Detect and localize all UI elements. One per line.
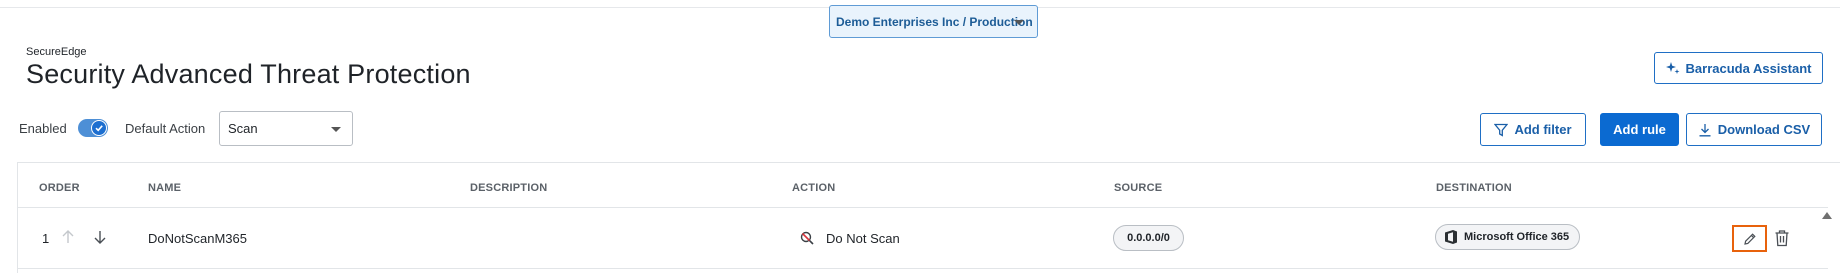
assistant-label: Barracuda Assistant (1685, 60, 1812, 76)
add-filter-label: Add filter (1514, 122, 1572, 137)
row-divider (17, 268, 1828, 269)
enabled-label: Enabled (19, 121, 67, 136)
column-header-order[interactable]: ORDER (39, 182, 80, 194)
scroll-up-icon[interactable] (1822, 212, 1832, 219)
add-rule-label: Add rule (1613, 122, 1666, 137)
page-title: Security Advanced Threat Protection (26, 59, 471, 89)
destination-chip: Microsoft Office 365 (1435, 224, 1580, 250)
row-action: Do Not Scan (826, 231, 900, 246)
arrow-up-icon[interactable] (61, 229, 75, 245)
check-icon (95, 125, 103, 132)
edit-button[interactable] (1732, 225, 1767, 252)
column-header-name[interactable]: NAME (148, 182, 181, 194)
arrow-down-icon[interactable] (93, 229, 107, 245)
column-header-description[interactable]: DESCRIPTION (470, 182, 547, 194)
filter-icon (1494, 123, 1509, 137)
assistant-button[interactable]: Barracuda Assistant (1654, 52, 1823, 84)
environment-label: Demo Enterprises Inc / Production (836, 14, 1033, 29)
edit-icon (1743, 232, 1756, 245)
row-name: DoNotScanM365 (148, 231, 247, 246)
row-source: 0.0.0.0/0 (1127, 232, 1170, 244)
add-filter-button[interactable]: Add filter (1480, 113, 1586, 146)
office365-icon (1445, 230, 1457, 244)
default-action-value: Scan (228, 121, 258, 136)
default-action-select[interactable]: Scan (219, 111, 353, 146)
delete-button[interactable] (1772, 227, 1792, 249)
environment-selector[interactable]: Demo Enterprises Inc / Production (829, 5, 1038, 38)
chevron-down-icon (331, 127, 341, 132)
enabled-toggle[interactable] (78, 119, 108, 137)
trash-icon (1775, 230, 1789, 247)
source-chip: 0.0.0.0/0 (1113, 225, 1184, 251)
download-csv-label: Download CSV (1717, 122, 1811, 137)
rules-table (17, 162, 1840, 273)
column-header-action[interactable]: ACTION (792, 182, 835, 194)
app-name: SecureEdge (26, 46, 87, 58)
row-order: 1 (42, 231, 50, 246)
column-header-source[interactable]: SOURCE (1114, 182, 1162, 194)
sparkle-icon (1665, 62, 1680, 74)
row-destination: Microsoft Office 365 (1464, 231, 1570, 243)
download-csv-button[interactable]: Download CSV (1686, 113, 1822, 146)
no-scan-icon (800, 231, 814, 245)
download-icon (1699, 123, 1711, 136)
add-rule-button[interactable]: Add rule (1600, 113, 1679, 146)
default-action-label: Default Action (125, 121, 206, 136)
toggle-knob (91, 120, 107, 136)
header-divider (17, 207, 1828, 208)
chevron-down-icon (1014, 20, 1024, 25)
column-header-destination[interactable]: DESTINATION (1436, 182, 1512, 194)
